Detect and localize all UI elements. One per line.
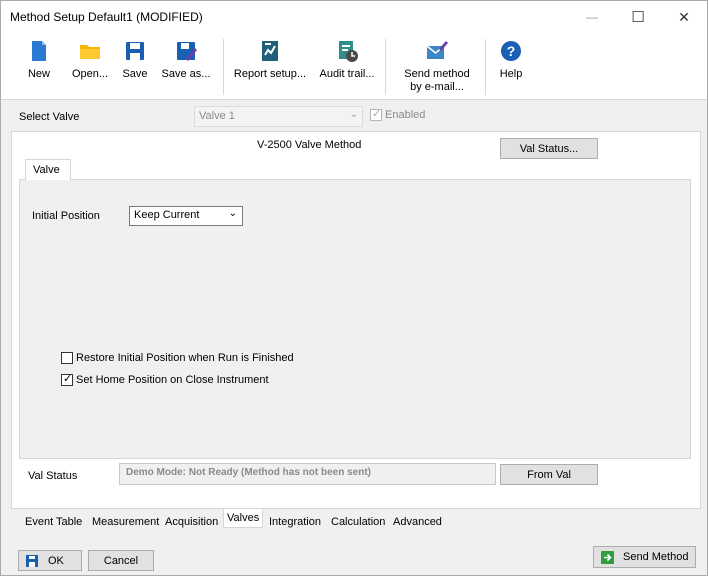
method-heading: V-2500 Valve Method (257, 139, 362, 151)
maximize-button[interactable]: ☐ (615, 1, 661, 33)
tab-label: Advanced (393, 516, 442, 528)
from-val-button[interactable]: From Val (500, 464, 598, 485)
tab-integration[interactable]: Integration (269, 516, 321, 528)
save-as-icon (174, 39, 198, 63)
save-label: Save (122, 68, 148, 80)
from-val-label: From Val (527, 468, 571, 481)
help-label: Help (499, 68, 523, 80)
initial-position-select[interactable]: Keep Current ⌄ (129, 206, 243, 226)
enabled-label: Enabled (385, 109, 426, 121)
maximize-icon: ☐ (631, 9, 645, 26)
minimize-icon: — (586, 10, 598, 24)
window-title: Method Setup Default1 (MODIFIED) (10, 10, 203, 24)
enabled-checkbox-box: ✓ (370, 108, 382, 121)
tab-advanced[interactable]: Advanced (393, 516, 442, 528)
home-checkbox-box: ✓ (61, 373, 73, 386)
val-status-text: Demo Mode: Not Ready (Method has not bee… (126, 467, 372, 478)
audit-trail-button[interactable]: Audit trail... (319, 37, 375, 95)
send-method-button[interactable]: Send Method (593, 546, 696, 568)
checkmark-icon: ✓ (372, 108, 382, 120)
folder-icon (78, 39, 102, 63)
cancel-label: Cancel (103, 554, 139, 567)
tab-acquisition[interactable]: Acquisition (165, 516, 218, 528)
tab-label: Acquisition (165, 516, 219, 528)
home-label: Set Home Position on Close Instrument (76, 374, 269, 386)
email-edit-icon (425, 39, 449, 63)
toolbar-separator (223, 39, 224, 95)
new-document-icon (27, 39, 51, 63)
send-method-email-button[interactable]: Send method by e-mail... (393, 37, 481, 95)
report-setup-label: Report setup... (233, 68, 307, 80)
cancel-button[interactable]: Cancel (88, 550, 154, 571)
new-label: New (27, 68, 50, 80)
save-icon (123, 39, 147, 63)
valve-select[interactable]: Valve 1 ⌄ (194, 106, 363, 127)
send-method-label: Send Method (623, 551, 689, 563)
restore-initial-position-checkbox[interactable]: Restore Initial Position when Run is Fin… (61, 352, 294, 364)
title-bar: Method Setup Default1 (MODIFIED) — ☐ ✕ (1, 1, 707, 33)
new-button[interactable]: New (19, 37, 59, 95)
valve-tab-content (19, 179, 691, 459)
report-icon (258, 39, 282, 63)
tab-label: Integration (269, 516, 321, 528)
open-button[interactable]: Open... (67, 37, 113, 95)
chevron-down-icon: ⌄ (349, 109, 358, 120)
ok-label: OK (48, 554, 64, 567)
report-setup-button[interactable]: Report setup... (233, 37, 307, 95)
save-button[interactable]: Save (117, 37, 153, 95)
tab-valve-label: Valve (33, 164, 60, 176)
open-label: Open... (71, 68, 109, 80)
val-status-label: Val Status (28, 470, 78, 482)
send-method-email-label: Send method by e-mail... (404, 68, 470, 93)
valve-select-value: Valve 1 (199, 110, 235, 122)
svg-text:?: ? (507, 43, 516, 59)
send-arrow-icon (601, 550, 614, 564)
audit-trail-label: Audit trail... (319, 68, 375, 80)
tab-measurement[interactable]: Measurement (92, 516, 159, 528)
initial-position-value: Keep Current (134, 209, 200, 221)
val-status-button-label: Val Status... (519, 142, 579, 155)
help-icon: ? (499, 39, 523, 63)
tab-valve[interactable]: Valve (25, 159, 71, 180)
save-as-button[interactable]: Save as... (159, 37, 213, 95)
audit-trail-icon (335, 39, 359, 63)
tab-label: Event Table (25, 516, 83, 528)
toolbar-separator (385, 39, 386, 95)
chevron-down-icon: ⌄ (228, 208, 237, 219)
tab-event-table[interactable]: Event Table (25, 516, 82, 528)
tab-label: Measurement (92, 516, 160, 528)
help-button[interactable]: ? Help (495, 37, 527, 95)
minimize-button[interactable]: — (569, 1, 615, 33)
restore-checkbox-box (61, 352, 73, 364)
save-as-label: Save as... (161, 68, 211, 80)
method-setup-window: Method Setup Default1 (MODIFIED) — ☐ ✕ N… (0, 0, 708, 576)
close-button[interactable]: ✕ (661, 1, 707, 33)
tab-calculation[interactable]: Calculation (331, 516, 385, 528)
ok-button[interactable]: OK (18, 550, 82, 571)
tab-label: Calculation (331, 516, 386, 528)
save-icon (26, 554, 38, 567)
initial-position-label: Initial Position (32, 210, 100, 222)
set-home-position-checkbox[interactable]: ✓ Set Home Position on Close Instrument (61, 373, 269, 386)
checkmark-icon: ✓ (63, 373, 73, 385)
toolbar: New Open... Save Save as... Report setup… (1, 33, 707, 100)
val-status-button[interactable]: Val Status... (500, 138, 598, 159)
tab-label: Valves (227, 512, 260, 524)
toolbar-separator (485, 39, 486, 95)
val-status-field: Demo Mode: Not Ready (Method has not bee… (119, 463, 496, 485)
select-valve-label: Select Valve (19, 111, 80, 123)
enabled-checkbox[interactable]: ✓ Enabled (370, 108, 426, 121)
restore-label: Restore Initial Position when Run is Fin… (76, 352, 294, 364)
tab-valves[interactable]: Valves (223, 509, 264, 528)
close-icon: ✕ (678, 8, 690, 25)
